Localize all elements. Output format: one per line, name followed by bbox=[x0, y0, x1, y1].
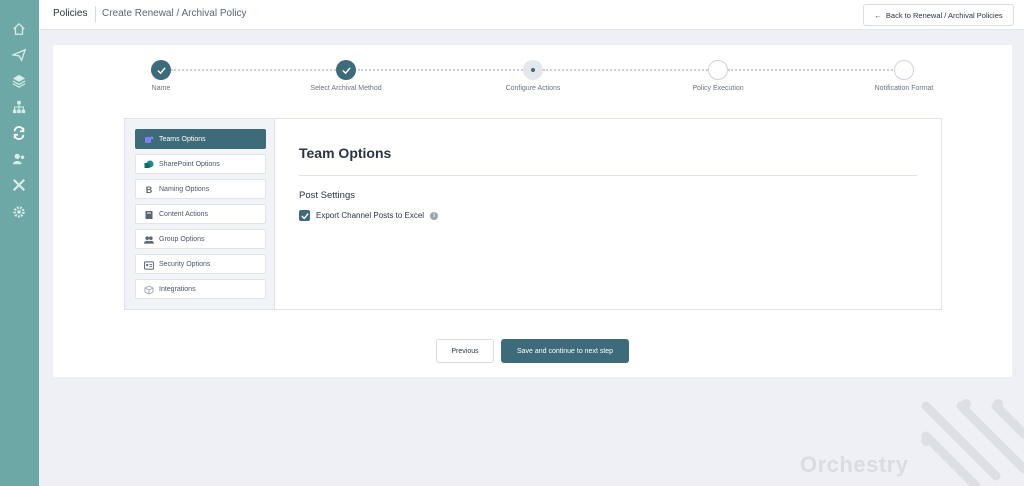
info-icon[interactable]: i bbox=[430, 211, 439, 220]
options-panel: Teams Options SharePoint Options B Namin… bbox=[124, 118, 942, 310]
step-4-circle bbox=[708, 60, 728, 80]
nav-item-naming-options[interactable]: B Naming Options bbox=[135, 179, 266, 199]
breadcrumb-root[interactable]: Policies bbox=[53, 8, 87, 19]
top-bar: Policies Create Renewal / Archival Polic… bbox=[39, 0, 1024, 30]
sidebar bbox=[0, 0, 39, 486]
bold-b-icon: B bbox=[145, 185, 153, 195]
step-3-circle[interactable] bbox=[523, 60, 543, 80]
settings-icon[interactable] bbox=[11, 204, 27, 220]
nav-item-integrations[interactable]: Integrations bbox=[135, 279, 266, 299]
step-1-circle[interactable] bbox=[151, 60, 171, 80]
nav-item-label: Integrations bbox=[159, 285, 196, 293]
nav-item-security-options[interactable]: Security Options bbox=[135, 254, 266, 274]
save-continue-button[interactable]: Save and continue to next step bbox=[501, 339, 629, 363]
nav-item-label: Group Options bbox=[159, 235, 205, 243]
sharepoint-icon bbox=[144, 160, 154, 170]
step-connector bbox=[543, 69, 708, 71]
nav-item-label: Security Options bbox=[159, 260, 211, 268]
step-2-circle[interactable] bbox=[336, 60, 356, 80]
wizard-card: Name Select Archival Method Configure Ac… bbox=[53, 45, 1012, 377]
breadcrumb-divider bbox=[95, 6, 96, 22]
step-connector bbox=[358, 69, 523, 71]
arrow-left-icon: ← bbox=[874, 10, 882, 20]
step-3-label: Configure Actions bbox=[505, 85, 561, 92]
nav-item-group-options[interactable]: Group Options bbox=[135, 229, 266, 249]
users-icon[interactable] bbox=[11, 151, 27, 167]
wizard-stepper: Name Select Archival Method Configure Ac… bbox=[53, 45, 1012, 105]
book-icon bbox=[144, 210, 154, 220]
check-icon bbox=[341, 66, 351, 74]
heading-divider bbox=[299, 175, 917, 176]
orchestry-logo-mark bbox=[921, 399, 1024, 486]
nav-item-label: Teams Options bbox=[159, 135, 206, 143]
cube-icon bbox=[144, 285, 154, 295]
check-icon bbox=[156, 66, 166, 74]
options-nav: Teams Options SharePoint Options B Namin… bbox=[125, 119, 275, 309]
nav-item-label: Content Actions bbox=[159, 210, 209, 218]
export-posts-option: Export Channel Posts to Excel i bbox=[299, 210, 439, 221]
teams-icon bbox=[144, 135, 154, 145]
nav-item-label: SharePoint Options bbox=[159, 160, 220, 168]
paper-plane-icon[interactable] bbox=[11, 47, 27, 63]
step-5-circle bbox=[894, 60, 914, 80]
back-button-label: Back to Renewal / Archival Policies bbox=[885, 10, 1003, 20]
post-settings-heading: Post Settings bbox=[299, 190, 355, 201]
tools-icon[interactable] bbox=[11, 177, 27, 193]
section-heading: Team Options bbox=[299, 145, 392, 161]
home-icon[interactable] bbox=[11, 21, 27, 37]
export-posts-label[interactable]: Export Channel Posts to Excel bbox=[316, 211, 424, 220]
breadcrumb-current: Create Renewal / Archival Policy bbox=[102, 8, 247, 19]
step-connector bbox=[171, 69, 343, 71]
export-posts-checkbox[interactable] bbox=[299, 210, 310, 221]
nav-item-sharepoint-options[interactable]: SharePoint Options bbox=[135, 154, 266, 174]
group-icon bbox=[144, 235, 154, 245]
step-connector bbox=[728, 69, 893, 71]
back-to-policies-button[interactable]: ← Back to Renewal / Archival Policies bbox=[863, 4, 1014, 26]
step-4-label: Policy Execution bbox=[692, 85, 744, 92]
step-5-label: Notification Format bbox=[874, 85, 934, 92]
step-1-label: Name bbox=[151, 85, 171, 92]
step-2-label: Select Archival Method bbox=[310, 85, 382, 92]
sync-icon[interactable] bbox=[11, 125, 27, 141]
current-step-dot bbox=[531, 68, 535, 72]
nav-item-content-actions[interactable]: Content Actions bbox=[135, 204, 266, 224]
nav-item-label: Naming Options bbox=[159, 185, 210, 193]
previous-button[interactable]: Previous bbox=[436, 339, 494, 363]
sitemap-icon[interactable] bbox=[11, 99, 27, 115]
layers-icon[interactable] bbox=[11, 73, 27, 89]
check-icon bbox=[300, 212, 309, 219]
id-card-icon bbox=[144, 260, 154, 270]
nav-item-teams-options[interactable]: Teams Options bbox=[135, 129, 266, 149]
orchestry-logo-text: Orchestry bbox=[800, 452, 909, 477]
